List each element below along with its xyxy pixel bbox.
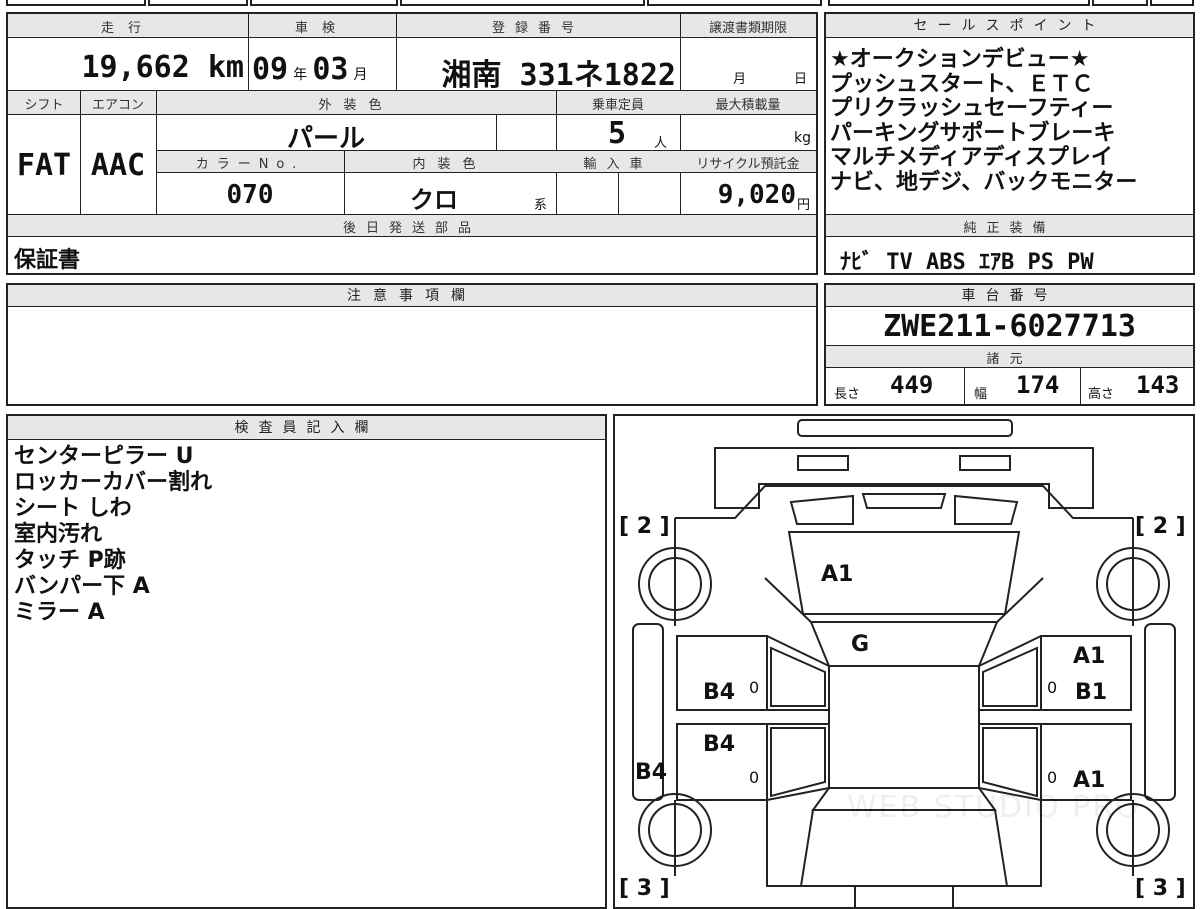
header-chassis-no: 車台番号 — [826, 285, 1193, 307]
header-genuine-equipment: 純正装備 — [963, 221, 1056, 236]
header-capacity: 乗車定員 — [591, 98, 644, 113]
sales-point-item: プッシュスタート、ＥＴＣ — [830, 71, 1094, 97]
tire-rear-left: [ 3 ] — [619, 876, 670, 901]
car-diagram-box: [ 2 ] [ 2 ] [ 3 ] [ 3 ] A1 G A1 B1 B4 B4… — [613, 414, 1195, 909]
header-inspector-notes: 検査員記入欄 — [8, 416, 605, 440]
deadline-day: 日 — [794, 72, 808, 87]
capacity-value: 5 — [608, 116, 627, 151]
header-mileage: 走行 — [100, 21, 155, 36]
deadline-month: 月 — [733, 72, 747, 87]
zero-mark: 0 — [1047, 678, 1058, 697]
width-label: 幅 — [974, 387, 988, 402]
recycle-unit: 円 — [797, 198, 811, 213]
aircon-value: AAC — [90, 148, 146, 183]
header-import: 輸入車 — [583, 157, 653, 172]
inspector-note: バンパー下 A — [14, 574, 150, 599]
top-cutoff-strip — [6, 0, 1194, 7]
damage-rocker-left: B4 — [635, 760, 668, 785]
plate-value: 湘南 331ネ1822 — [441, 58, 677, 93]
tire-front-left: [ 2 ] — [619, 514, 670, 539]
color-no-value: 070 — [226, 180, 274, 210]
header-notes: 注意事項欄 — [8, 285, 816, 307]
inspector-note: タッチ P跡 — [14, 548, 126, 573]
sales-point-item: ★オークションデビュー★ — [830, 47, 1090, 72]
notes-box: 注意事項欄 — [6, 283, 818, 406]
shift-value: FAT — [16, 148, 72, 183]
height-value: 143 — [1136, 371, 1180, 399]
zero-mark: 0 — [749, 678, 760, 697]
damage-door-rear-left: B4 — [703, 732, 736, 757]
genuine-equipment-value: ﾅﾋﾞ TV ABS ｴｱB PS PW — [840, 250, 1094, 275]
inspector-notes-list: センターピラー U ロッカーカバー割れ シート しわ 室内汚れ タッチ P跡 バ… — [14, 444, 212, 626]
sales-point-item: ナビ、地デジ、バックモニター — [830, 169, 1138, 195]
header-aircon: エアコン — [91, 98, 144, 113]
vehicle-info-table: 走行 車検 登録番号 譲渡書類期限 19,662 km 09 年 03 月 湘南… — [6, 12, 818, 275]
width-value: 174 — [1016, 371, 1060, 399]
inspector-note: シート しわ — [14, 496, 132, 521]
inspection-value: 09 年 03 月 — [252, 52, 392, 87]
damage-door-front-right: B1 — [1075, 680, 1108, 705]
inspector-note: 室内汚れ — [14, 522, 103, 547]
zero-mark: 0 — [749, 768, 760, 787]
capacity-unit: 人 — [654, 136, 668, 151]
max-load-unit: kg — [794, 130, 811, 146]
interior-color-value: クロ — [410, 186, 458, 214]
recycle-fee-value: 9,020 — [717, 180, 796, 210]
later-parts-value: 保証書 — [14, 248, 81, 273]
header-color-no: カラーNo. — [195, 157, 305, 172]
header-sales-point: セールスポイント — [826, 14, 1193, 38]
inspection-year: 09 — [252, 52, 289, 87]
damage-hood: A1 — [821, 562, 854, 587]
interior-suffix: 系 — [534, 198, 548, 213]
inspection-month: 03 — [312, 52, 349, 87]
damage-windshield: G — [851, 632, 870, 657]
inspector-note: ロッカーカバー割れ — [14, 470, 213, 495]
zero-mark: 0 — [1047, 768, 1058, 787]
length-value: 449 — [890, 371, 934, 399]
header-transfer-deadline: 譲渡書類期限 — [708, 21, 787, 36]
inspection-month-unit: 月 — [353, 67, 368, 83]
damage-fender-right: A1 — [1073, 644, 1106, 669]
header-interior-color: 内装色 — [412, 157, 488, 172]
header-max-load: 最大積載量 — [715, 98, 781, 113]
length-label: 長さ — [834, 387, 861, 402]
header-specs: 諸元 — [986, 352, 1033, 367]
watermark: WEB STUDIO PRO — [847, 790, 1141, 825]
inspector-note: センターピラー U — [14, 444, 194, 469]
tire-rear-right: [ 3 ] — [1135, 876, 1186, 901]
inspection-year-unit: 年 — [293, 67, 308, 83]
header-shift: シフト — [24, 98, 64, 113]
sales-point-list: ★オークションデビュー★ プッシュスタート、ＥＴＣ プリクラッシュセーフティー … — [830, 47, 1190, 195]
inspector-notes-box: 検査員記入欄 センターピラー U ロッカーカバー割れ シート しわ 室内汚れ タ… — [6, 414, 607, 909]
sales-point-box: セールスポイント ★オークションデビュー★ プッシュスタート、ＥＴＣ プリクラッ… — [824, 12, 1195, 275]
chassis-specs-box: 車台番号 ZWE211-6027713 諸元 長さ 449 幅 174 高さ 1… — [824, 283, 1195, 406]
sales-point-item: パーキングサポートブレーキ — [830, 120, 1116, 146]
height-label: 高さ — [1088, 387, 1115, 402]
header-recycle-fee: リサイクル預託金 — [696, 157, 800, 172]
mileage-value: 19,662 km — [81, 50, 244, 85]
header-exterior-color: 外装色 — [318, 98, 394, 113]
damage-door-front-left: B4 — [703, 680, 736, 705]
header-inspection: 車検 — [294, 21, 349, 36]
sales-point-item: プリクラッシュセーフティー — [830, 96, 1114, 121]
tire-front-right: [ 2 ] — [1135, 514, 1186, 539]
header-registration: 登録番号 — [491, 21, 584, 36]
inspector-note: ミラー A — [14, 600, 105, 625]
car-diagram — [632, 419, 1176, 907]
chassis-no-value: ZWE211-6027713 — [883, 309, 1136, 344]
sales-point-item: マルチメディアディスプレイ — [830, 145, 1113, 170]
header-later-parts: 後日発送部品 — [342, 221, 481, 236]
